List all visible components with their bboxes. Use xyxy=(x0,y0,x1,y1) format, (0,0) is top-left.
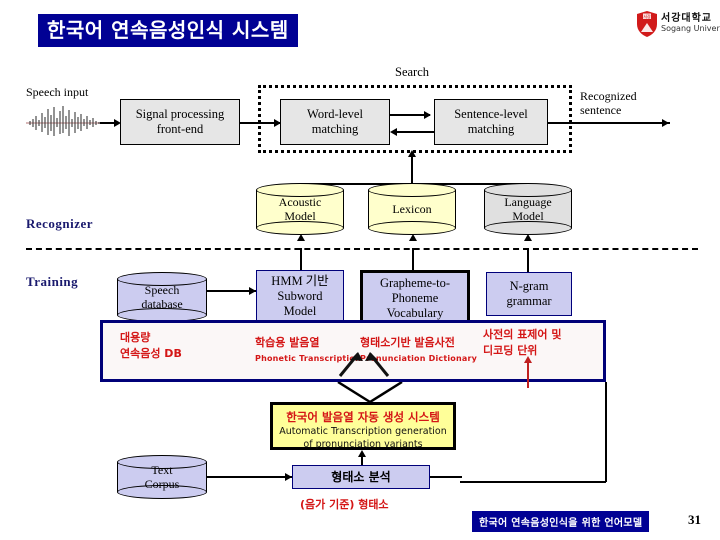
page-title: 한국어 연속음성인식 시스템 xyxy=(38,14,298,47)
ngram-line2: grammar xyxy=(506,294,552,308)
connector-line xyxy=(605,382,607,482)
svg-text:서강: 서강 xyxy=(643,13,651,19)
connector-line xyxy=(430,476,462,478)
ngram-line1: N-gram xyxy=(509,279,549,293)
speech-input-label: Speech input xyxy=(26,85,89,99)
word-matching-line1: Word-level xyxy=(307,107,363,121)
annotation-2-ko1: 형태소기반 발음사전 xyxy=(360,336,455,349)
language-model-line1: Language xyxy=(504,195,552,209)
text-corpus-line1: Text xyxy=(151,463,173,477)
hmm-subword-model-box: HMM 기반 Subword Model xyxy=(256,270,344,322)
acoustic-model-line1: Acoustic xyxy=(278,195,322,209)
footer-banner: 한국어 연속음성인식을 위한 언어모델 xyxy=(472,511,650,532)
word-level-matching-box: Word-level matching xyxy=(280,99,390,145)
lexicon-cylinder: Lexicon xyxy=(368,183,456,235)
connector-line xyxy=(548,122,670,124)
annotation-3-ko1: 사전의 표제어 및 xyxy=(483,328,562,341)
recognizer-section-label: Recognizer xyxy=(26,216,94,231)
morph-analysis-label: 형태소 분석 xyxy=(331,469,391,484)
automatic-transcription-box: 한국어 발음열 자동 생성 시스템 Automatic Transcriptio… xyxy=(270,402,456,450)
text-corpus-line2: Corpus xyxy=(144,477,180,491)
annotation-1-ko1: 학습용 발음열 xyxy=(255,336,320,349)
slide-canvas: 한국어 연속음성인식 시스템 서강 서강대학교 Sogang Universit… xyxy=(0,0,720,540)
connector-line xyxy=(527,362,529,388)
ngram-grammar-box: N-gram grammar xyxy=(486,272,572,316)
recognized-sentence-label-line2: sentence xyxy=(580,103,622,117)
arrow-icon xyxy=(408,234,417,241)
connector-line xyxy=(460,481,606,483)
word-matching-line2: matching xyxy=(311,122,359,136)
page-number: 31 xyxy=(688,512,701,527)
speech-waveform-icon xyxy=(26,106,104,136)
arrow-icon xyxy=(662,118,669,127)
sogang-university-logo: 서강 서강대학교 Sogang University xyxy=(636,8,720,42)
arrow-icon xyxy=(407,150,416,157)
text-corpus-cylinder: Text Corpus xyxy=(117,455,207,499)
annotation-0-ko2: 연속음성 DB xyxy=(120,347,182,360)
annotation-3-ko2: 디코딩 단위 xyxy=(483,344,538,357)
annotation-0-ko1: 대용량 xyxy=(120,331,151,344)
section-divider xyxy=(26,248,698,250)
hmm-line2: Subword xyxy=(277,288,323,303)
g2p-line2: Phoneme xyxy=(391,290,439,305)
sentence-level-matching-box: Sentence-level matching xyxy=(434,99,548,145)
logo-english-text: Sogang University xyxy=(661,24,720,33)
arrow-icon xyxy=(390,127,397,136)
auto-trans-korean: 한국어 발음열 자동 생성 시스템 xyxy=(286,410,440,424)
speech-db-line1: Speech xyxy=(144,283,180,297)
frontend-label-line2: front-end xyxy=(156,122,204,136)
hmm-line3: Model xyxy=(283,303,317,318)
language-model-cylinder: Language Model xyxy=(484,183,572,235)
connector-line xyxy=(411,155,413,185)
hmm-line1: HMM 기반 xyxy=(271,273,329,288)
connector-line xyxy=(207,476,292,478)
arrow-icon xyxy=(357,450,366,457)
g2p-line1: Grapheme-to- xyxy=(379,275,451,290)
auto-trans-english-line1: Automatic Transcription generation xyxy=(279,426,447,437)
connector-line xyxy=(394,131,434,133)
language-model-line2: Model xyxy=(512,209,544,223)
training-section-label: Training xyxy=(26,274,79,289)
annotation-3: 사전의 표제어 및 디코딩 단위 xyxy=(483,327,562,359)
search-label: Search xyxy=(395,65,430,79)
sentence-matching-line1: Sentence-level xyxy=(454,107,528,121)
shield-icon: 서강 xyxy=(637,11,657,37)
recognized-sentence-label-line1: Recognized xyxy=(580,89,637,103)
transcription-feed-lines xyxy=(337,382,403,404)
acoustic-model-cylinder: Acoustic Model xyxy=(256,183,344,235)
lexicon-line1: Lexicon xyxy=(392,202,432,216)
signal-processing-frontend-box: Signal processing front-end xyxy=(120,99,240,145)
morph-note-label: (음가 기준) 형태소 xyxy=(300,498,389,511)
arrow-icon xyxy=(296,234,305,241)
arrow-icon xyxy=(523,356,532,363)
speech-db-line2: database xyxy=(141,297,183,311)
connector-line xyxy=(527,248,529,272)
connector-line xyxy=(412,248,414,272)
g2p-line3: Vocabulary xyxy=(386,305,444,320)
frontend-label-line1: Signal processing xyxy=(135,107,225,121)
sentence-matching-line2: matching xyxy=(467,122,515,136)
acoustic-model-line2: Model xyxy=(284,209,316,223)
logo-korean-text: 서강대학교 xyxy=(661,13,712,24)
arrow-icon xyxy=(285,472,292,481)
arrow-icon xyxy=(424,110,431,119)
connector-line xyxy=(300,248,302,272)
annotation-0: 대용량 연속음성 DB xyxy=(120,330,182,362)
morphological-analysis-box: 형태소 분석 xyxy=(292,465,430,489)
speech-database-cylinder: Speech database xyxy=(117,272,207,322)
arrow-icon xyxy=(249,286,256,295)
arrow-icon xyxy=(523,234,532,241)
grapheme-to-phoneme-vocabulary-box: Grapheme-to- Phoneme Vocabulary xyxy=(360,270,470,326)
